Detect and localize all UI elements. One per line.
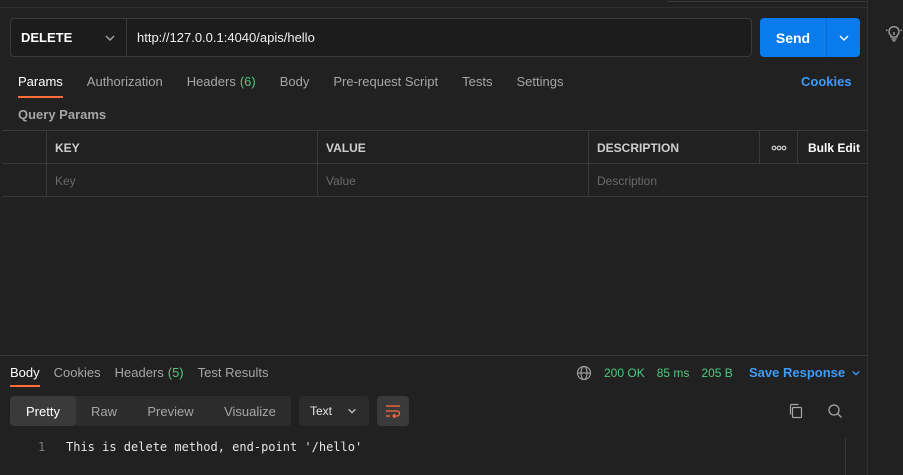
chevron-down-icon [852, 370, 860, 376]
response-headers-count: (5) [167, 365, 184, 380]
bulk-edit-button[interactable]: Bulk Edit [797, 131, 867, 164]
chevron-down-icon [348, 408, 356, 414]
format-select[interactable]: Text [299, 396, 369, 426]
response-size[interactable]: 205 B [701, 366, 732, 380]
table-row: Key Value Description [2, 164, 867, 197]
response-time[interactable]: 85 ms [657, 366, 690, 380]
tab-label: Tests [462, 74, 493, 89]
headers-count: (6) [239, 74, 256, 89]
tab-params[interactable]: Params [18, 72, 63, 98]
chevron-down-icon [839, 35, 848, 41]
more-horizontal-icon [771, 145, 786, 150]
response-tab-cookies[interactable]: Cookies [54, 363, 101, 385]
tab-label: Headers [114, 365, 164, 380]
editor-scrollbar[interactable] [845, 438, 859, 475]
tab-body[interactable]: Body [280, 72, 310, 98]
response-tab-headers[interactable]: Headers (5) [115, 363, 184, 385]
search-icon[interactable] [827, 403, 843, 419]
view-visualize-button[interactable]: Visualize [209, 396, 291, 426]
tab-label: Cookies [53, 365, 101, 380]
send-options-button[interactable] [827, 18, 860, 57]
tab-label: Settings [516, 74, 564, 89]
response-body-text: This is delete method, end-point '/hello… [66, 440, 363, 454]
tab-headers[interactable]: Headers (6) [187, 72, 256, 98]
line-number: 1 [38, 440, 46, 454]
view-raw-button[interactable]: Raw [76, 396, 132, 426]
top-tab-strip [0, 0, 867, 8]
tab-label: Headers [186, 74, 236, 89]
tab-label: Pre-request Script [333, 74, 439, 89]
send-button-group: Send [760, 18, 860, 57]
view-preview-button[interactable]: Preview [132, 396, 209, 426]
table-header-row: KEY VALUE DESCRIPTION Bulk Edit [2, 131, 867, 164]
key-column-header: KEY [46, 131, 317, 164]
wrap-lines-icon [386, 405, 401, 418]
globe-icon[interactable] [576, 365, 592, 381]
query-params-title: Query Params [18, 107, 107, 122]
response-tab-test-results[interactable]: Test Results [198, 363, 269, 385]
row-checkbox-cell [2, 164, 46, 197]
key-input[interactable]: Key [46, 164, 317, 197]
lightbulb-icon[interactable] [885, 24, 903, 42]
tab-label: Body [10, 365, 40, 380]
view-pretty-button[interactable]: Pretty [10, 396, 76, 426]
checkbox-column-header [2, 131, 46, 164]
tab-tests[interactable]: Tests [462, 72, 492, 98]
copy-icon[interactable] [788, 403, 804, 419]
description-column-header: DESCRIPTION [588, 131, 759, 164]
url-bar: DELETE [10, 18, 752, 57]
postman-request-window: DELETE Send Params Authorization Headers… [0, 0, 903, 475]
tab-edge [667, 0, 867, 2]
send-button[interactable]: Send [760, 18, 827, 57]
value-input[interactable]: Value [317, 164, 588, 197]
column-options-button[interactable] [759, 131, 797, 164]
value-column-header: VALUE [317, 131, 588, 164]
response-status-area: 200 OK 85 ms 205 B [576, 364, 745, 382]
response-body-editor[interactable]: 1 This is delete method, end-point '/hel… [0, 438, 845, 456]
right-sidebar [867, 0, 903, 475]
tab-label: Test Results [197, 365, 269, 380]
view-mode-selector: Pretty Raw Preview Visualize [10, 396, 291, 426]
save-response-button[interactable]: Save Response [749, 365, 861, 380]
tab-label: Authorization [86, 74, 163, 89]
response-tab-body[interactable]: Body [10, 363, 40, 387]
query-params-table: KEY VALUE DESCRIPTION Bulk Edit Key Valu… [2, 130, 867, 197]
response-tabs: Body Cookies Headers (5) Test Results [10, 363, 282, 387]
status-code[interactable]: 200 OK [604, 366, 645, 380]
method-label: DELETE [21, 30, 73, 45]
url-input[interactable] [127, 19, 751, 56]
save-response-label: Save Response [749, 365, 846, 380]
chevron-down-icon [105, 35, 115, 41]
tab-authorization[interactable]: Authorization [87, 72, 163, 98]
tab-label: Body [279, 74, 310, 89]
request-tabs: Params Authorization Headers (6) Body Pre… [18, 72, 587, 98]
response-pane-divider[interactable] [0, 355, 867, 356]
description-input[interactable]: Description [588, 164, 867, 197]
cookies-link[interactable]: Cookies [801, 74, 852, 89]
method-select[interactable]: DELETE [11, 19, 127, 56]
format-label: Text [310, 404, 333, 418]
tab-pre-request-script[interactable]: Pre-request Script [333, 72, 438, 98]
wrap-lines-button[interactable] [377, 396, 409, 426]
tab-label: Params [18, 74, 63, 89]
tab-settings[interactable]: Settings [516, 72, 563, 98]
